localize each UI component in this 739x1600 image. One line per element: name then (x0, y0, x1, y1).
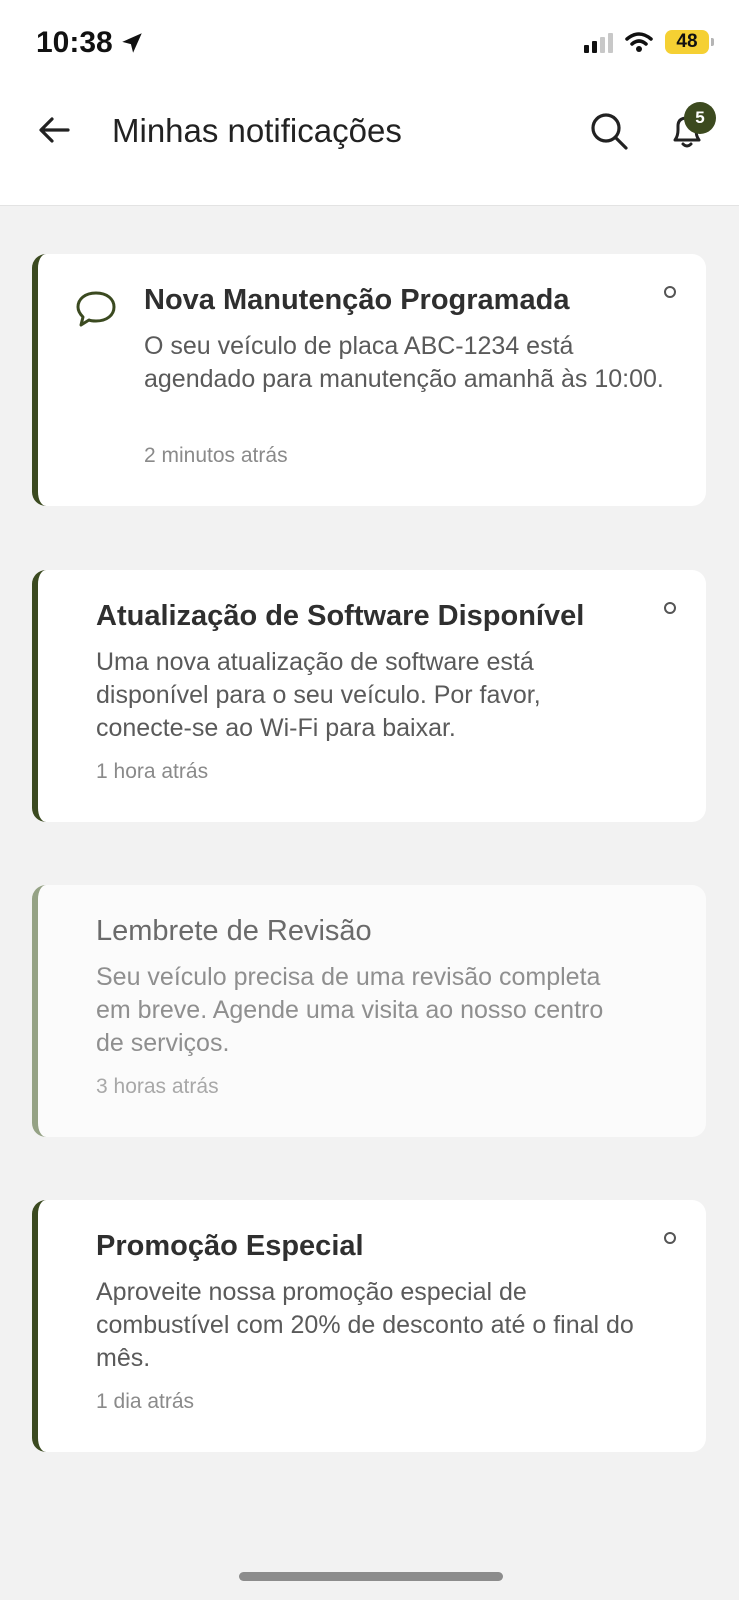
battery-level: 48 (676, 31, 698, 52)
back-button[interactable] (34, 110, 74, 150)
notification-time: 2 minutos atrás (144, 444, 288, 467)
home-indicator[interactable] (239, 1572, 503, 1581)
notification-card[interactable]: Promoção Especial Aproveite nossa promoç… (32, 1200, 706, 1452)
notification-time: 1 dia atrás (96, 1390, 195, 1413)
unread-indicator (664, 602, 676, 614)
notification-time: 1 hora atrás (96, 760, 209, 783)
status-time: 10:38 (36, 26, 145, 60)
notification-body: O seu veículo de placa ABC-1234 está age… (144, 332, 664, 393)
status-time-label: 10:38 (36, 26, 113, 59)
page-title: Minhas notificações (112, 112, 402, 149)
notification-title: Nova Manutenção Programada (144, 284, 570, 316)
notification-title: Promoção Especial (96, 1230, 364, 1262)
location-arrow-icon (121, 33, 142, 53)
search-button[interactable] (588, 110, 630, 152)
status-indicators: 48 (584, 30, 714, 54)
notification-time: 3 horas atrás (96, 1075, 219, 1098)
cellular-signal-icon (584, 31, 613, 53)
battery-indicator: 48 (665, 30, 714, 54)
notification-count-badge: 5 (684, 102, 716, 134)
notification-card[interactable]: Lembrete de Revisão Seu veículo precisa … (32, 885, 706, 1137)
message-icon (76, 291, 116, 327)
notification-body: Seu veículo precisa de uma revisão compl… (96, 963, 604, 1057)
notification-card[interactable]: Atualização de Software Disponível Uma n… (32, 570, 706, 822)
wifi-icon (625, 32, 653, 52)
notification-title: Atualização de Software Disponível (96, 600, 585, 632)
notification-body: Uma nova atualização de software está di… (96, 648, 541, 742)
header-bar: 10:38 48 Minhas notificações 5 (0, 0, 739, 206)
unread-indicator (664, 1232, 676, 1244)
unread-indicator (664, 286, 676, 298)
notification-card[interactable]: Nova Manutenção Programada O seu veículo… (32, 254, 706, 506)
notification-title: Lembrete de Revisão (96, 915, 372, 947)
notification-body: Aproveite nossa promoção especial de com… (96, 1278, 634, 1372)
